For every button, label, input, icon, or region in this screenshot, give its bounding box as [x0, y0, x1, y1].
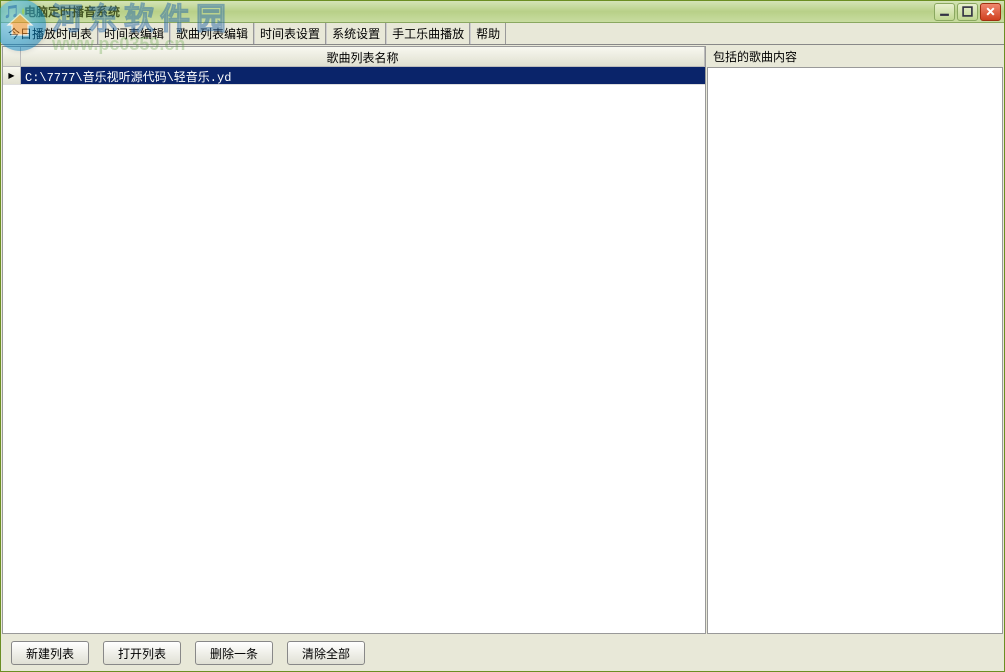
row-indicator-icon [3, 67, 21, 85]
titlebar[interactable]: 🎵 电脑定时播音系统 [1, 1, 1004, 23]
open-list-button[interactable]: 打开列表 [103, 641, 181, 665]
menu-help[interactable]: 帮助 [470, 23, 506, 44]
footer-toolbar: 新建列表 打开列表 删除一条 清除全部 [1, 635, 1004, 671]
menubar: 今日播放时间表 时间表编辑 歌曲列表编辑 时间表设置 系统设置 手工乐曲播放 帮… [1, 23, 1004, 45]
right-panel: 包括的歌曲内容 [707, 46, 1003, 634]
row-marker-header [3, 47, 21, 66]
close-button[interactable] [980, 3, 1001, 21]
delete-one-button[interactable]: 删除一条 [195, 641, 273, 665]
playlist-grid[interactable]: 歌曲列表名称 C:\7777\音乐视听源代码\轻音乐.yd [2, 46, 706, 634]
grid-body[interactable]: C:\7777\音乐视听源代码\轻音乐.yd [3, 67, 705, 633]
maximize-button[interactable] [957, 3, 978, 21]
cell-path[interactable]: C:\7777\音乐视听源代码\轻音乐.yd [21, 67, 705, 85]
window-controls [934, 3, 1001, 21]
app-window: 🎵 电脑定时播音系统 今日播放时间表 时间表编辑 歌曲列表编辑 时间表设置 系统… [0, 0, 1005, 672]
table-row[interactable]: C:\7777\音乐视听源代码\轻音乐.yd [3, 67, 705, 85]
menu-manual-play[interactable]: 手工乐曲播放 [386, 23, 470, 44]
menu-today-schedule[interactable]: 今日播放时间表 [3, 23, 98, 44]
clear-all-button[interactable]: 清除全部 [287, 641, 365, 665]
content-area: 歌曲列表名称 C:\7777\音乐视听源代码\轻音乐.yd 包括的歌曲内容 [1, 45, 1004, 635]
menu-system-settings[interactable]: 系统设置 [326, 23, 386, 44]
right-panel-label: 包括的歌曲内容 [707, 46, 1003, 67]
grid-header: 歌曲列表名称 [3, 47, 705, 67]
window-title: 电脑定时播音系统 [24, 3, 934, 20]
menu-playlist-edit[interactable]: 歌曲列表编辑 [170, 23, 254, 44]
column-header-name[interactable]: 歌曲列表名称 [21, 47, 705, 66]
menu-schedule-edit[interactable]: 时间表编辑 [98, 23, 170, 44]
left-panel: 歌曲列表名称 C:\7777\音乐视听源代码\轻音乐.yd [1, 45, 707, 635]
menu-schedule-settings[interactable]: 时间表设置 [254, 23, 326, 44]
minimize-button[interactable] [934, 3, 955, 21]
new-list-button[interactable]: 新建列表 [11, 641, 89, 665]
song-content-list[interactable] [707, 67, 1003, 634]
app-icon: 🎵 [4, 4, 20, 20]
